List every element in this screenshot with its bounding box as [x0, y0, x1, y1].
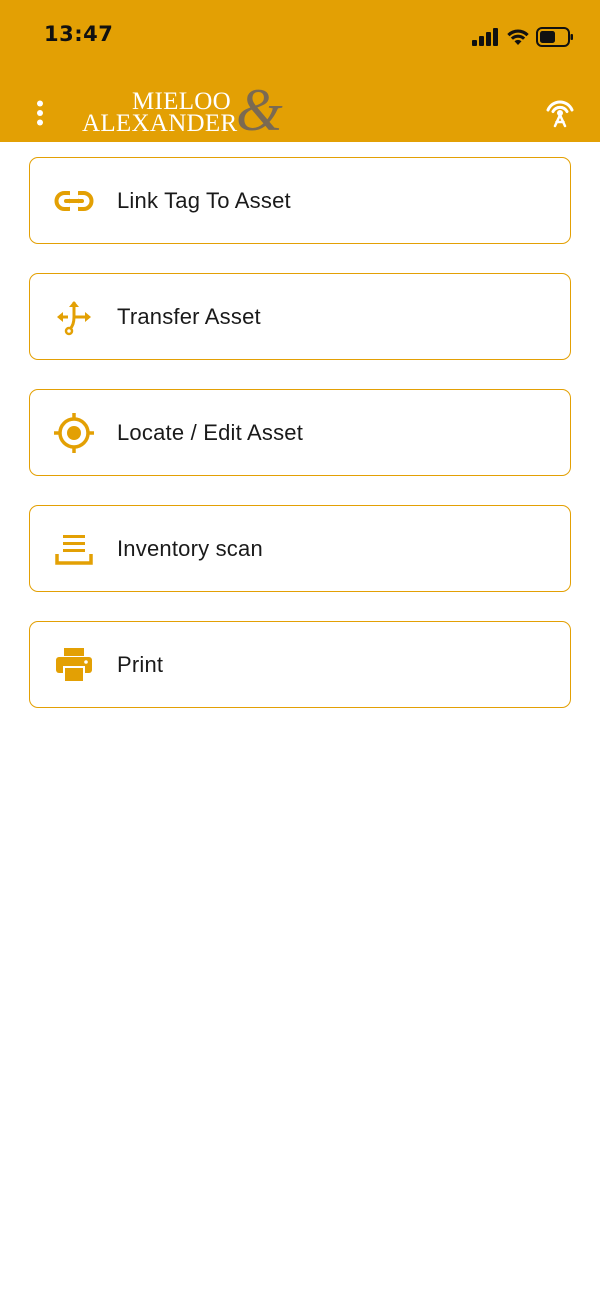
more-vertical-icon [37, 100, 43, 126]
battery-icon [536, 27, 573, 47]
logo-line-2: ALEXANDER [82, 110, 238, 137]
link-icon [53, 180, 95, 222]
printer-icon [53, 644, 95, 686]
inventory-icon [53, 528, 95, 570]
more-menu-button[interactable] [24, 96, 56, 130]
menu-list: Link Tag To Asset Transfer Asset Locate … [29, 157, 571, 737]
menu-item-label: Locate / Edit Asset [117, 419, 304, 445]
menu-item-link-tag-to-asset[interactable]: Link Tag To Asset [29, 157, 571, 244]
menu-item-label: Transfer Asset [117, 303, 261, 329]
transfer-icon [53, 296, 95, 338]
target-icon [53, 412, 95, 454]
app-header: 13:47 MIELOO ALEXANDER & [0, 0, 600, 142]
status-time: 13:47 [44, 22, 114, 46]
nfc-antenna-icon [546, 100, 574, 128]
menu-item-locate-edit-asset[interactable]: Locate / Edit Asset [29, 389, 571, 476]
brand-logo: MIELOO ALEXANDER & [80, 80, 290, 140]
wifi-icon [507, 29, 529, 45]
menu-item-label: Print [117, 651, 164, 677]
nfc-scan-button[interactable] [540, 92, 580, 132]
menu-item-label: Inventory scan [117, 535, 263, 561]
menu-item-label: Link Tag To Asset [117, 187, 291, 213]
logo-ampersand: & [236, 77, 283, 143]
menu-item-print[interactable]: Print [29, 621, 571, 708]
menu-item-transfer-asset[interactable]: Transfer Asset [29, 273, 571, 360]
status-icons [472, 25, 574, 49]
menu-item-inventory-scan[interactable]: Inventory scan [29, 505, 571, 592]
signal-icon [472, 28, 498, 46]
